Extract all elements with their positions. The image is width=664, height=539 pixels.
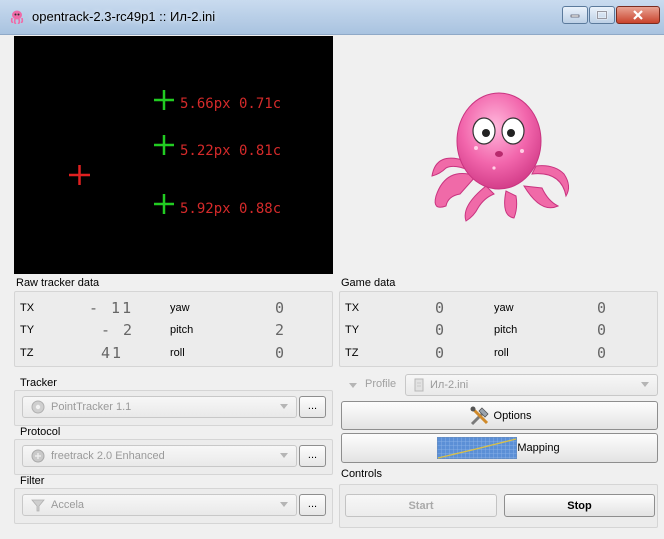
window-title: opentrack-2.3-rc49p1 :: Ил-2.ini [32, 9, 216, 24]
tracked-point-2 [154, 135, 174, 155]
game-ty-label: TY [345, 324, 360, 336]
raw-ty-label: TY [20, 324, 35, 336]
mapping-curve-icon [437, 437, 518, 459]
filter-settings-button[interactable]: ... [299, 494, 326, 516]
point-2-label: 5.22px 0.81c [180, 143, 281, 159]
tools-icon [470, 406, 489, 425]
mapping-button[interactable]: Mapping [341, 433, 658, 463]
filter-title: Filter [20, 475, 45, 487]
game-yaw-label: yaw [494, 302, 514, 314]
profile-menu-arrow[interactable] [347, 379, 363, 393]
raw-roll-value: 0 [275, 344, 287, 362]
filter-select[interactable]: Accela [22, 494, 297, 516]
game-pitch-label: pitch [494, 324, 518, 336]
game-roll-value: 0 [597, 344, 609, 362]
maximize-button[interactable] [589, 6, 615, 24]
game-yaw-value: 0 [597, 299, 609, 317]
raw-tracker-title: Raw tracker data [16, 277, 100, 289]
chevron-down-icon [349, 383, 357, 388]
game-pitch-value: 0 [597, 321, 609, 339]
protocol-title: Protocol [20, 426, 61, 438]
center-crosshair-icon [69, 165, 90, 185]
tracked-point-1 [154, 90, 174, 110]
chevron-down-icon [280, 404, 288, 409]
tracker-preview-canvas: 5.66px 0.71c 5.22px 0.81c 5.92px 0.88c [69, 90, 281, 217]
tracked-point-3 [154, 194, 174, 214]
point-1-label: 5.66px 0.71c [180, 96, 281, 112]
game-roll-label: roll [494, 347, 509, 359]
minimize-button[interactable] [562, 6, 588, 24]
options-button-label: Options [493, 409, 532, 422]
tracker-select-value: PointTracker 1.1 [51, 401, 132, 413]
filter-icon [31, 499, 45, 512]
game-ty-value: 0 [435, 321, 447, 339]
raw-pitch-value: 2 [275, 321, 287, 339]
game-tx-label: TX [345, 302, 360, 314]
controls-title: Controls [341, 468, 382, 480]
protocol-icon [31, 449, 45, 463]
chevron-down-icon [280, 453, 288, 458]
logo-area [336, 36, 660, 274]
game-data-title: Game data [341, 277, 396, 289]
file-icon [414, 378, 424, 392]
filter-select-value: Accela [51, 499, 85, 511]
octopus-logo-icon [431, 92, 570, 222]
chevron-down-icon [641, 382, 649, 387]
raw-tracker-panel: TX - 11 yaw 0 TY - 2 pitch 2 TZ 41 roll … [14, 291, 333, 367]
protocol-settings-button[interactable]: ... [299, 445, 326, 467]
game-tx-value: 0 [435, 299, 447, 317]
filter-panel: Accela ... [14, 488, 333, 524]
octopus-app-icon [10, 10, 24, 24]
protocol-select-value: freetrack 2.0 Enhanced [51, 450, 165, 462]
tracker-icon [31, 400, 45, 414]
close-icon [633, 10, 643, 20]
raw-pitch-label: pitch [170, 324, 194, 336]
stop-button[interactable]: Stop [504, 494, 655, 517]
tracker-settings-button[interactable]: ... [299, 396, 326, 418]
raw-ty-value: - 2 [101, 321, 135, 339]
tracker-panel: PointTracker 1.1 ... [14, 390, 333, 426]
controls-panel: Start Stop [339, 484, 658, 528]
title-bar[interactable]: opentrack-2.3-rc49p1 :: Ил-2.ini [0, 0, 664, 35]
raw-roll-label: roll [170, 347, 185, 359]
main-window: opentrack-2.3-rc49p1 :: Ил-2.ini 5.66px … [0, 0, 664, 539]
raw-tx-value: - 11 [89, 299, 134, 317]
raw-yaw-value: 0 [275, 299, 287, 317]
game-tz-label: TZ [345, 347, 359, 359]
mapping-button-label: Mapping [517, 442, 560, 454]
raw-tx-label: TX [20, 302, 35, 314]
protocol-panel: freetrack 2.0 Enhanced ... [14, 439, 333, 475]
tracker-select[interactable]: PointTracker 1.1 [22, 396, 297, 418]
raw-yaw-label: yaw [170, 302, 190, 314]
tracker-title: Tracker [20, 377, 57, 389]
raw-tz-label: TZ [20, 347, 34, 359]
maximize-icon [596, 10, 608, 20]
raw-tz-value: 41 [101, 344, 124, 362]
chevron-down-icon [280, 502, 288, 507]
minimize-icon [570, 14, 580, 18]
tracker-preview: 5.66px 0.71c 5.22px 0.81c 5.92px 0.88c [14, 36, 333, 274]
start-button[interactable]: Start [345, 494, 497, 517]
game-data-panel: TX 0 yaw 0 TY 0 pitch 0 TZ 0 roll 0 [339, 291, 658, 367]
profile-select[interactable]: Ил-2.ini [405, 374, 658, 396]
profile-label: Profile [365, 378, 397, 390]
game-tz-value: 0 [435, 344, 447, 362]
protocol-select[interactable]: freetrack 2.0 Enhanced [22, 445, 297, 467]
close-button[interactable] [616, 6, 660, 24]
profile-select-value: Ил-2.ini [430, 379, 469, 391]
point-3-label: 5.92px 0.88c [180, 201, 281, 217]
options-button[interactable]: Options [341, 401, 658, 430]
